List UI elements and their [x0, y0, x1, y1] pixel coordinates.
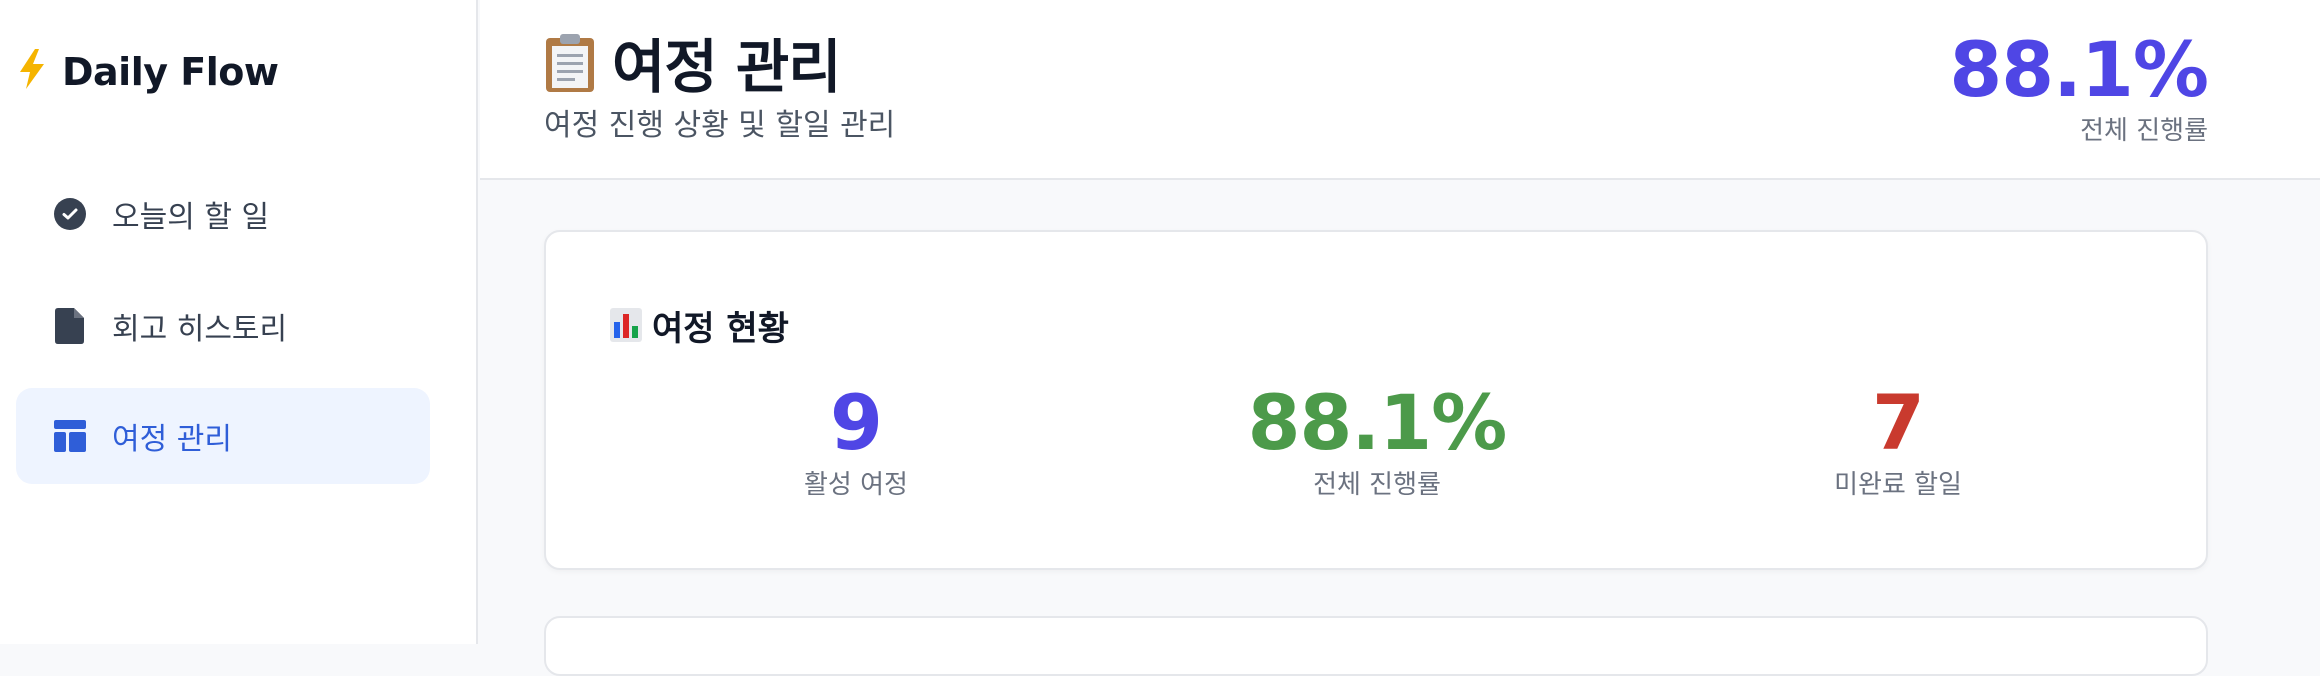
- bar-chart-icon: [610, 308, 642, 342]
- journey-overview-card: 여정 현황 9 활성 여정 88.1% 전체 진행률 7 미완료 할일: [544, 230, 2208, 570]
- overall-progress-value: 88.1%: [1949, 25, 2209, 114]
- document-icon: [52, 308, 88, 344]
- sidebar-item-label: 여정 관리: [112, 422, 232, 457]
- clipboard-icon: [544, 32, 596, 92]
- stat-label: 미완료 할일: [1834, 470, 1962, 500]
- stat-overall-progress: 88.1% 전체 진행률: [1177, 380, 1577, 501]
- stat-incomplete-todos: 7 미완료 할일: [1698, 380, 2098, 501]
- stat-value: 9: [830, 378, 883, 467]
- card-title-row: 여정 현황: [610, 302, 789, 349]
- header-overall-progress: 88.1% 전체 진행률: [1949, 25, 2209, 147]
- stat-label: 활성 여정: [804, 470, 908, 500]
- stat-value: 7: [1872, 378, 1925, 467]
- stat-value: 88.1%: [1247, 378, 1508, 467]
- overall-progress-label: 전체 진행률: [2080, 116, 2208, 146]
- brand[interactable]: Daily Flow: [18, 44, 279, 100]
- sidebar-item-retro-history[interactable]: 회고 히스토리: [16, 278, 430, 374]
- card-title: 여정 현황: [652, 308, 789, 349]
- sidebar-item-label: 오늘의 할 일: [112, 200, 270, 235]
- sidebar-item-journey-management[interactable]: 여정 관리: [16, 388, 430, 484]
- sidebar-item-today-todos[interactable]: 오늘의 할 일: [16, 166, 430, 262]
- layout-icon: [52, 418, 88, 454]
- page-title-row: 여정 관리: [544, 26, 842, 101]
- lightning-bolt-icon: [18, 48, 46, 96]
- sidebar: Daily Flow 오늘의 할 일 회고 히스토리 여정 관리: [0, 0, 478, 644]
- stat-active-journeys: 9 활성 여정: [656, 380, 1056, 501]
- page-title: 여정 관리: [612, 33, 842, 101]
- stat-label: 전체 진행률: [1313, 470, 1441, 500]
- page-header: 여정 관리 여정 진행 상황 및 할일 관리 88.1% 전체 진행률: [480, 0, 2320, 180]
- check-circle-icon: [52, 196, 88, 232]
- next-card: [544, 616, 2208, 676]
- page-subtitle: 여정 진행 상황 및 할일 관리: [544, 108, 896, 143]
- brand-name: Daily Flow: [62, 50, 279, 94]
- sidebar-item-label: 회고 히스토리: [112, 312, 288, 347]
